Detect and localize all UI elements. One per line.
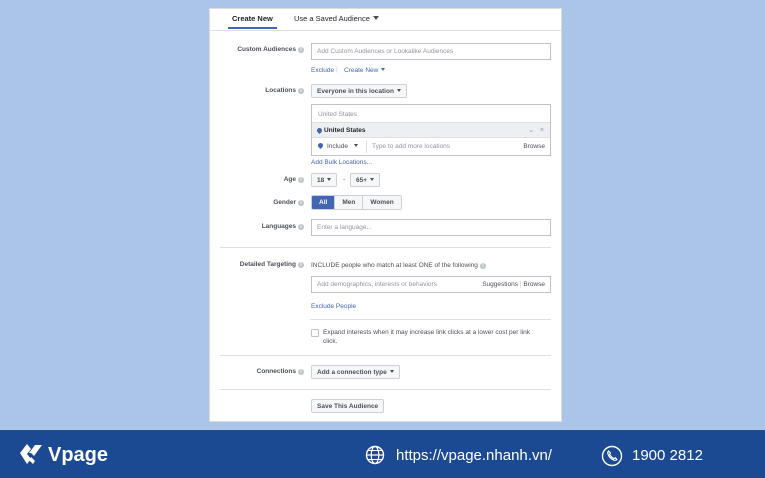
connections-label: Connections i <box>257 368 304 375</box>
include-dropdown[interactable]: Include <box>316 141 358 150</box>
add-bulk-locations-link[interactable]: Add Bulk Locations... <box>311 159 372 166</box>
gender-women[interactable]: Women <box>362 196 401 209</box>
info-icon[interactable]: i <box>298 88 304 94</box>
tab-create-new[interactable]: Create New <box>228 14 277 29</box>
connection-type-value: Add a connection type <box>317 369 387 376</box>
caret-down-icon <box>353 144 358 147</box>
detailed-targeting-placeholder: Add demographics, interests or behaviors <box>317 281 437 288</box>
expand-interests-text: Expand interests when it may increase li… <box>323 328 548 346</box>
tab-bar: Create New Use a Saved Audience <box>210 9 561 31</box>
include-criteria-label: INCLUDE people who match at least ONE of… <box>311 262 478 269</box>
targeting-browse-button[interactable]: Browse <box>523 281 545 288</box>
gender-all[interactable]: All <box>312 196 335 209</box>
pin-icon <box>316 141 325 150</box>
custom-audiences-placeholder: Add Custom Audiences or Lookalike Audien… <box>317 48 454 55</box>
selected-location-name: United States <box>324 127 366 134</box>
exclude-link[interactable]: Exclude <box>311 67 334 74</box>
phone-number[interactable]: 1900 2812 <box>632 447 703 464</box>
selected-location-row[interactable]: United States ⌄ × <box>312 122 550 138</box>
brand-name: Vpage <box>48 444 109 466</box>
gender-label-text: Gender <box>273 199 296 206</box>
location-search-row: Include Type to add more locations Brows… <box>312 139 550 156</box>
age-separator: - <box>343 176 346 183</box>
globe-icon <box>365 445 385 465</box>
custom-audiences-label-text: Custom Audiences <box>237 46 296 53</box>
save-audience-button[interactable]: Save This Audience <box>311 399 385 413</box>
custom-audiences-input[interactable]: Add Custom Audiences or Lookalike Audien… <box>311 43 551 60</box>
section-divider <box>220 355 551 356</box>
tab-saved-audience-label: Use a Saved Audience <box>294 14 370 23</box>
connections-label-text: Connections <box>256 368 296 375</box>
divider <box>366 141 367 153</box>
info-icon[interactable]: i <box>298 224 304 230</box>
location-row-actions: ⌄ × <box>528 126 544 134</box>
location-type-dropdown[interactable]: Everyone in this location <box>311 84 407 98</box>
phone-icon <box>601 445 623 467</box>
caret-down-icon <box>396 89 401 92</box>
expand-interests-line-2: click. <box>323 338 338 345</box>
custom-audiences-label: Custom Audiences i <box>237 46 304 53</box>
detailed-targeting-input[interactable]: Add demographics, interests or behaviors… <box>311 276 551 293</box>
expand-interests-line-1: Expand interests when it may increase li… <box>323 329 531 336</box>
targeting-actions-separator: | <box>519 281 522 288</box>
info-icon[interactable]: i <box>298 200 304 206</box>
location-box: United States United States ⌄ × Include … <box>311 104 551 156</box>
location-browse-button[interactable]: Browse <box>523 143 545 150</box>
targeting-actions: Suggestions | Browse <box>482 281 545 288</box>
website-url[interactable]: https://vpage.nhanh.vn/ <box>396 447 552 464</box>
info-icon[interactable]: i <box>298 369 304 375</box>
expand-interests-checkbox[interactable] <box>311 329 319 337</box>
caret-down-icon <box>381 68 386 71</box>
vpage-logo-icon <box>20 444 42 464</box>
section-divider <box>310 319 551 320</box>
languages-input[interactable]: Enter a language... <box>311 219 551 236</box>
detailed-targeting-label: Detailed Targeting i <box>240 261 304 268</box>
info-icon[interactable]: i <box>298 262 304 268</box>
languages-placeholder: Enter a language... <box>317 224 372 231</box>
exclude-people-link[interactable]: Exclude People <box>311 303 356 310</box>
connection-type-dropdown[interactable]: Add a connection type <box>311 365 400 379</box>
detailed-targeting-label-text: Detailed Targeting <box>239 261 296 268</box>
info-icon[interactable]: i <box>479 263 486 269</box>
suggestions-button[interactable]: Suggestions <box>482 281 518 288</box>
section-divider <box>220 247 551 248</box>
info-icon[interactable]: i <box>298 47 304 53</box>
location-type-value: Everyone in this location <box>317 88 394 95</box>
create-new-link-label: Create New <box>344 67 379 74</box>
age-max-value: 65+ <box>356 177 368 184</box>
include-criteria-text: INCLUDE people who match at least ONE of… <box>311 262 486 269</box>
info-icon[interactable]: i <box>298 177 304 183</box>
languages-label-text: Languages <box>261 223 296 230</box>
age-min-value: 18 <box>317 177 325 184</box>
country-header: United States <box>318 111 358 118</box>
caret-down-icon <box>389 370 394 373</box>
gender-selector: All Men Women <box>311 195 402 210</box>
caret-down-icon <box>372 16 379 20</box>
tab-saved-audience[interactable]: Use a Saved Audience <box>294 14 379 23</box>
audience-panel: Create New Use a Saved Audience Custom A… <box>209 8 562 422</box>
pin-icon <box>315 126 324 135</box>
locations-label: Locations i <box>265 87 304 94</box>
caret-down-icon <box>327 178 332 181</box>
close-icon[interactable]: × <box>540 127 544 134</box>
location-search-input[interactable]: Type to add more locations <box>372 143 450 150</box>
gender-label: Gender i <box>273 199 304 206</box>
languages-label: Languages i <box>262 223 304 230</box>
age-min-dropdown[interactable]: 18 <box>311 173 338 187</box>
age-label: Age i <box>284 176 304 183</box>
include-label: Include <box>327 143 348 150</box>
locations-label-text: Locations <box>265 87 296 94</box>
chevron-down-icon[interactable]: ⌄ <box>528 127 534 134</box>
age-max-dropdown[interactable]: 65+ <box>350 173 381 187</box>
gender-men[interactable]: Men <box>334 196 363 209</box>
age-label-text: Age <box>283 176 296 183</box>
section-divider <box>220 389 551 390</box>
create-new-link[interactable]: Create New <box>344 67 386 74</box>
link-divider: | <box>336 66 338 73</box>
caret-down-icon <box>370 178 375 181</box>
